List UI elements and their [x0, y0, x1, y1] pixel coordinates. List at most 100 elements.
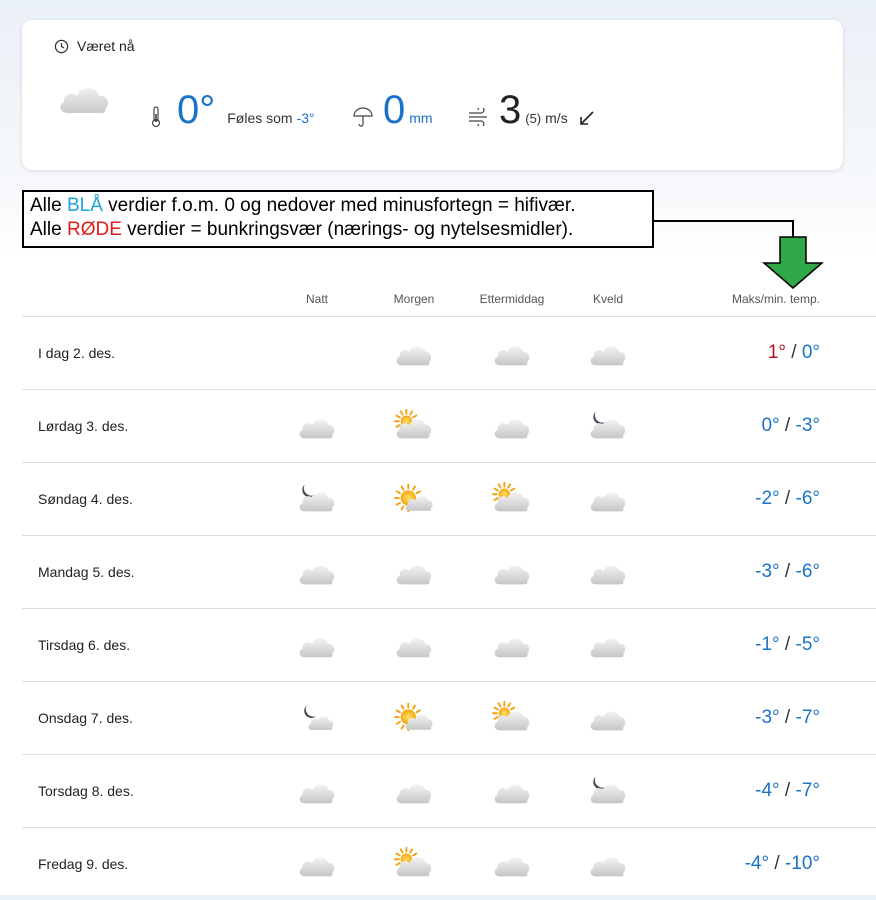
forecast-row[interactable]: Onsdag 7. des. -3° / -7° [22, 681, 876, 754]
umbrella-icon [353, 107, 373, 127]
temperature-range: -3° / -6° [755, 561, 821, 582]
column-night: Natt [305, 292, 329, 306]
afternoon-weather-icon [492, 335, 532, 371]
cloud-icon [299, 857, 335, 877]
moon-cloud-icon [299, 484, 335, 512]
night-weather-icon [297, 846, 337, 882]
morning-weather-icon [394, 846, 434, 882]
moon-partly-icon [304, 705, 334, 730]
day-label: I dag 2. des. [38, 345, 116, 361]
wind-gust: (5) [525, 111, 542, 126]
forecast-row[interactable]: Torsdag 8. des. -4° / -7° [22, 754, 876, 827]
max-temp: 1° [767, 342, 786, 363]
max-temp: -1° [755, 634, 780, 655]
current-temperature: 0° [177, 88, 216, 132]
morning-weather-icon [394, 554, 434, 590]
evening-weather-icon [588, 700, 628, 736]
temperature-range: -4° / -7° [755, 780, 820, 801]
cloud-icon [299, 638, 335, 658]
annotation-arrow-icon [654, 220, 824, 289]
night-weather-icon [297, 335, 337, 371]
wind-unit: m/s [545, 110, 568, 126]
cloud-icon [590, 492, 626, 512]
morning-weather-icon [394, 408, 434, 444]
cloud-icon [396, 565, 432, 585]
max-temp: 0° [761, 415, 780, 436]
cloud-icon [396, 784, 432, 804]
morning-weather-icon [394, 773, 434, 809]
day-label: Onsdag 7. des. [38, 710, 133, 726]
cloud-icon [494, 857, 530, 877]
max-temp: -2° [755, 488, 780, 509]
sun-partly-icon [394, 483, 433, 513]
day-label: Tirsdag 6. des. [38, 637, 131, 653]
morning-weather-icon [394, 481, 434, 517]
current-temp-group: 0° Føles som -3° [177, 90, 315, 130]
evening-weather-icon [588, 481, 628, 517]
forecast-row[interactable]: Tirsdag 6. des. -1° / -5° [22, 608, 876, 681]
max-temp: -3° [755, 561, 780, 582]
afternoon-weather-icon [492, 700, 532, 736]
evening-weather-icon [588, 627, 628, 663]
morning-weather-icon [394, 700, 434, 736]
column-maxmin: Maks/min. temp. [731, 292, 820, 306]
annotation-line-2: Alle RØDE verdier = bunkringsvær (næring… [30, 219, 574, 240]
sun-cloud-icon [492, 700, 530, 731]
max-temp: -4° [755, 780, 780, 801]
evening-weather-icon [588, 554, 628, 590]
afternoon-weather-icon [492, 408, 532, 444]
thermometer-icon [151, 106, 161, 128]
evening-weather-icon [588, 335, 628, 371]
wind-direction-arrow-icon [580, 111, 594, 125]
forecast-row[interactable]: Søndag 4. des. -2° / -6° [22, 462, 876, 535]
evening-weather-icon [588, 846, 628, 882]
temperature-range: -3° / -7° [755, 707, 821, 728]
current-weather-header: Været nå [54, 38, 135, 54]
temperature-range: -1° / -5° [755, 634, 821, 655]
evening-weather-icon [588, 408, 628, 444]
min-temp: -5° [795, 634, 821, 655]
night-weather-icon [297, 554, 337, 590]
min-temp: -6° [795, 561, 821, 582]
cloud-icon [590, 711, 626, 731]
sun-partly-icon [394, 702, 433, 732]
wind-icon [469, 108, 487, 126]
afternoon-weather-icon [492, 773, 532, 809]
precipitation-value: 0 [383, 88, 406, 132]
max-temp: -3° [755, 707, 780, 728]
precipitation-group: 0 mm [383, 90, 433, 130]
day-label: Fredag 9. des. [38, 856, 129, 872]
afternoon-weather-icon [492, 554, 532, 590]
cloud-icon [590, 565, 626, 585]
forecast-row[interactable]: Mandag 5. des. -3° / -6° [22, 535, 876, 608]
column-evening: Kveld [592, 292, 624, 306]
feels-like-label: Føles som [227, 110, 293, 126]
cloud-icon [590, 638, 626, 658]
temperature-range: 0° / -3° [761, 415, 820, 436]
column-afternoon: Ettermiddag [479, 292, 545, 306]
max-temp: -4° [744, 853, 770, 874]
forecast-row[interactable]: Lørdag 3. des. 0° / -3° [22, 389, 876, 462]
annotation-line-1: Alle BLÅ verdier f.o.m. 0 og nedover med… [30, 195, 576, 216]
min-temp: -6° [795, 488, 821, 509]
forecast-header: Natt Morgen Ettermiddag Kveld Maks/min. … [0, 292, 876, 306]
night-weather-icon [297, 700, 337, 736]
morning-weather-icon [394, 627, 434, 663]
min-temp: -7° [795, 707, 821, 728]
temperature-range: -2° / -6° [755, 488, 821, 509]
moon-cloud-icon [590, 411, 626, 439]
forecast-row[interactable]: I dag 2. des. 1° / 0° [22, 316, 876, 389]
cloud-icon [494, 638, 530, 658]
moon-cloud-icon [590, 776, 626, 804]
morning-weather-icon [394, 335, 434, 371]
day-label: Søndag 4. des. [38, 491, 133, 507]
cloud-icon [590, 346, 626, 366]
forecast-row[interactable]: Fredag 9. des. -4° / -10° [22, 827, 876, 900]
temperature-range: 1° / 0° [767, 342, 820, 363]
min-temp: 0° [801, 342, 820, 363]
night-weather-icon [297, 481, 337, 517]
night-weather-icon [297, 627, 337, 663]
cloud-icon [299, 419, 335, 439]
day-label: Mandag 5. des. [38, 564, 135, 580]
day-label: Lørdag 3. des. [38, 418, 129, 434]
